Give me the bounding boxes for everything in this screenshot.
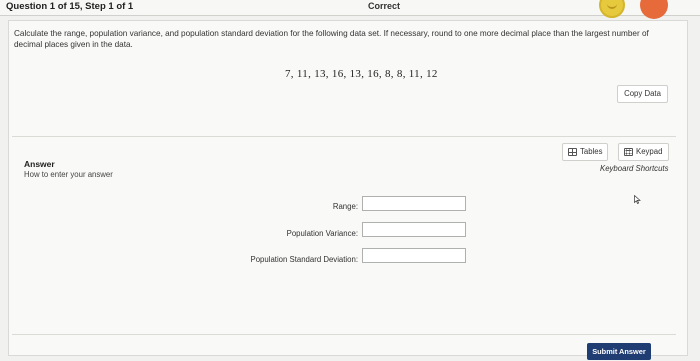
profile-icon[interactable]: [640, 0, 668, 19]
data-set: 7, 11, 13, 16, 13, 16, 8, 8, 11, 12: [285, 68, 438, 80]
keypad-label: Keypad: [636, 147, 663, 156]
range-input[interactable]: [362, 196, 466, 211]
population-variance-label: Population Variance:: [286, 229, 358, 238]
copy-data-button[interactable]: Copy Data: [617, 85, 668, 103]
table-icon: [568, 148, 577, 156]
population-variance-input[interactable]: [362, 222, 466, 237]
range-label: Range:: [332, 202, 358, 211]
keyboard-shortcuts-link[interactable]: Keyboard Shortcuts: [600, 164, 668, 173]
question-progress: Question 1 of 15, Step 1 of 1: [6, 1, 134, 12]
tables-label: Tables: [580, 147, 603, 156]
question-instructions: Calculate the range, population variance…: [14, 29, 649, 49]
mouse-cursor-icon: [634, 195, 641, 204]
submit-answer-button[interactable]: Submit Answer: [587, 343, 651, 360]
tables-button[interactable]: Tables: [562, 143, 608, 161]
population-std-dev-label: Population Standard Deviation:: [250, 255, 359, 264]
section-divider: [12, 136, 676, 137]
population-std-dev-input[interactable]: [362, 248, 466, 263]
keypad-button[interactable]: Keypad: [618, 143, 669, 161]
footer-divider: [12, 334, 676, 335]
keypad-icon: [624, 148, 633, 156]
how-to-enter-link[interactable]: How to enter your answer: [24, 170, 113, 179]
top-bar: Question 1 of 15, Step 1 of 1 Correct: [0, 0, 700, 16]
status-text: Correct: [368, 1, 401, 11]
answer-heading: Answer: [24, 159, 55, 169]
